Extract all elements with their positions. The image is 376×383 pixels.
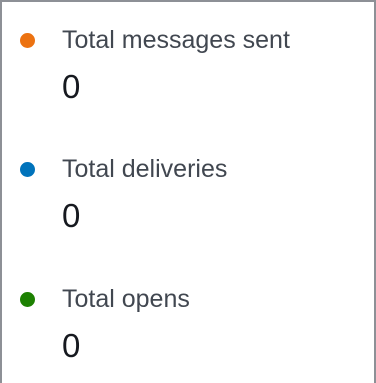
metric-label: Total messages sent [62, 26, 290, 54]
metric-value: 0 [62, 68, 81, 105]
orange-dot-icon [20, 32, 35, 48]
blue-dot-icon [20, 161, 35, 177]
metric-label-row: Total deliveries [20, 154, 227, 184]
metric-value: 0 [62, 327, 81, 364]
metric-label-row: Total opens [20, 284, 190, 314]
metrics-panel: Total messages sent 0 Total deliveries 0… [0, 0, 376, 383]
metric-label: Total opens [62, 285, 190, 313]
metric-label: Total deliveries [62, 155, 228, 183]
metric-label-row: Total messages sent [20, 25, 290, 55]
green-dot-icon [20, 291, 35, 307]
metric-value: 0 [62, 197, 81, 234]
